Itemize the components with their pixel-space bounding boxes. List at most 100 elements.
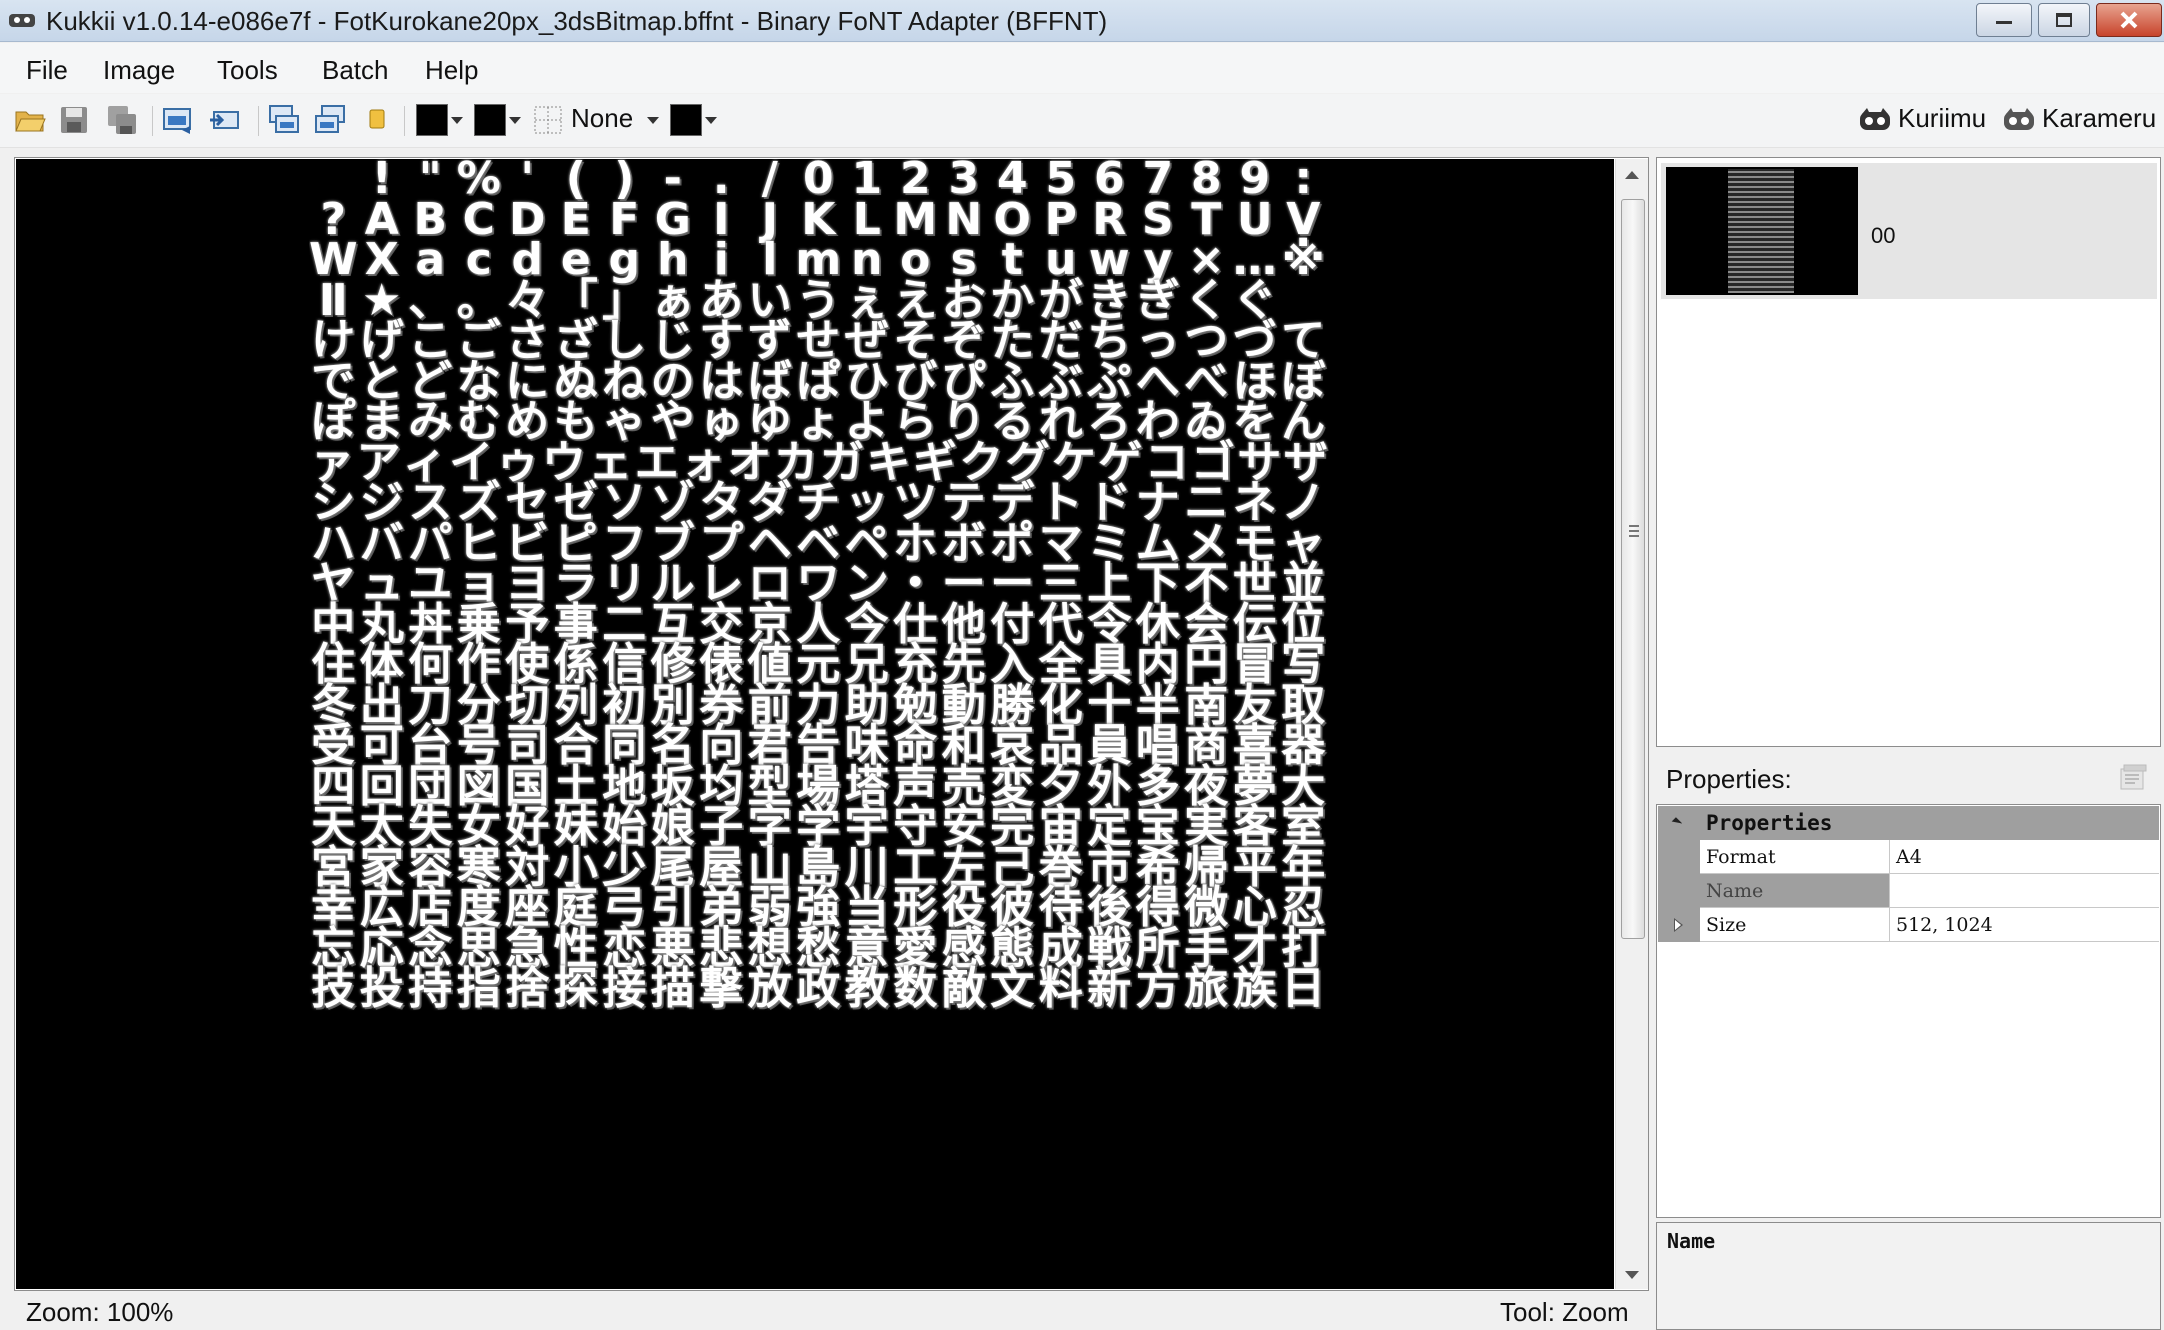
- kuriimu-icon: [1860, 108, 1890, 130]
- property-category[interactable]: Properties: [1658, 806, 2159, 840]
- glyph: 政: [796, 963, 841, 1014]
- app-icon: [9, 14, 35, 27]
- chevron-down-icon[interactable]: [647, 117, 659, 124]
- row-gutter: [1658, 908, 1700, 942]
- open-folder-icon[interactable]: [14, 104, 46, 136]
- glyph: 接: [602, 963, 647, 1014]
- glyph: 敵: [941, 963, 986, 1014]
- tool-status: Tool: Zoom: [1500, 1297, 1629, 1327]
- menu-tools[interactable]: Tools: [217, 55, 278, 86]
- property-value[interactable]: 512, 1024: [1890, 908, 2159, 942]
- menu-help[interactable]: Help: [425, 55, 478, 86]
- property-row-size[interactable]: Size 512, 1024: [1658, 908, 2159, 942]
- title-bar: Kukkii v1.0.14-e086e7f - FotKurokane20px…: [0, 0, 2164, 42]
- menu-batch[interactable]: Batch: [322, 55, 389, 86]
- toolbar-separator: [258, 106, 259, 136]
- property-row-name[interactable]: Name: [1658, 874, 2159, 908]
- batch-import-icon[interactable]: [314, 104, 346, 136]
- glyph: 放: [747, 963, 792, 1014]
- toolbar-separator: [152, 106, 153, 136]
- scroll-up-icon[interactable]: [1625, 171, 1639, 179]
- vertical-scrollbar[interactable]: [1615, 159, 1648, 1289]
- close-icon: [2120, 11, 2138, 29]
- glyph: 技: [311, 963, 356, 1014]
- image-list: 00: [1656, 157, 2161, 747]
- glyph: 旅: [1184, 963, 1229, 1014]
- border-grid-icon: [534, 106, 562, 134]
- property-grid: Properties Format A4 Name Size 512, 1024: [1656, 804, 2161, 1218]
- toolbar: None Kuriimu Karameru: [0, 94, 2164, 148]
- glyph: 描: [650, 963, 695, 1014]
- property-name: Size: [1700, 908, 1890, 942]
- row-gutter: [1658, 840, 1700, 874]
- border-mode-label[interactable]: None: [571, 103, 633, 134]
- maximize-icon: [2056, 13, 2072, 27]
- glyph: 料: [1038, 963, 1083, 1014]
- row-gutter: [1658, 874, 1700, 908]
- border-color-swatch[interactable]: [670, 104, 702, 136]
- property-category-label: Properties: [1706, 811, 1833, 835]
- glyph: 持: [408, 963, 453, 1014]
- property-name: Name: [1700, 874, 1890, 908]
- scroll-down-icon[interactable]: [1625, 1271, 1639, 1279]
- minimize-button[interactable]: [1976, 3, 2032, 37]
- secondary-color-swatch[interactable]: [474, 104, 506, 136]
- glyph: 新: [1087, 963, 1132, 1014]
- scroll-thumb[interactable]: [1621, 199, 1645, 939]
- grip-line: [1629, 535, 1639, 537]
- glyph-sheet: ! "% '() -./0 1 2 3 4 5 6 7 8 9:? A B C D E F G I J K L M N O P R S T U…: [309, 159, 1329, 1289]
- collapse-icon[interactable]: [1671, 817, 1683, 828]
- image-thumbnail: [1666, 167, 1858, 295]
- glyph: 投: [359, 963, 404, 1014]
- grip-line: [1629, 525, 1639, 527]
- karameru-button[interactable]: Karameru: [2042, 103, 2156, 134]
- chevron-down-icon[interactable]: [509, 117, 521, 124]
- kuriimu-button[interactable]: Kuriimu: [1898, 103, 1986, 134]
- properties-header: Properties:: [1666, 764, 1792, 794]
- image-canvas-panel: ! "% '() -./0 1 2 3 4 5 6 7 8 9:? A B C D E F G I J K L M N O P R S T U…: [14, 157, 1649, 1291]
- glyph: 捨: [505, 963, 550, 1014]
- zoom-status: Zoom: 100%: [26, 1297, 174, 1327]
- close-button[interactable]: [2096, 3, 2162, 37]
- property-name: Format: [1700, 840, 1890, 874]
- save-icon[interactable]: [58, 104, 90, 136]
- glyph: 文: [990, 963, 1035, 1014]
- save-all-icon[interactable]: [106, 104, 138, 136]
- expand-icon[interactable]: [1674, 918, 1683, 932]
- glyph: 数: [893, 963, 938, 1014]
- glyph: 日: [1281, 963, 1326, 1014]
- property-row-format[interactable]: Format A4: [1658, 840, 2159, 874]
- minimize-icon: [1996, 21, 2012, 24]
- toolbar-separator: [404, 106, 405, 136]
- batch-export-icon[interactable]: [268, 104, 300, 136]
- menu-bar: File Image Tools Batch Help: [0, 43, 2164, 93]
- thumbnail-preview: [1728, 169, 1794, 293]
- property-value[interactable]: [1890, 874, 2159, 908]
- karameru-icon: [2004, 108, 2034, 130]
- glyph: 方: [1135, 963, 1180, 1014]
- glyph: 族: [1232, 963, 1277, 1014]
- menu-image[interactable]: Image: [103, 55, 175, 86]
- description-title: Name: [1667, 1229, 1716, 1253]
- chevron-down-icon[interactable]: [705, 117, 717, 124]
- window-title: Kukkii v1.0.14-e086e7f - FotKurokane20px…: [46, 6, 1108, 36]
- maximize-button[interactable]: [2038, 3, 2090, 37]
- image-canvas[interactable]: ! "% '() -./0 1 2 3 4 5 6 7 8 9:? A B C D E F G I J K L M N O P R S T U…: [16, 159, 1614, 1289]
- glyph: 指: [456, 963, 501, 1014]
- glyph: 撃: [699, 963, 744, 1014]
- list-item[interactable]: 00: [1661, 163, 2157, 299]
- property-pages-icon[interactable]: [2118, 762, 2148, 792]
- property-description-panel: Name: [1656, 1222, 2161, 1330]
- glyph: 探: [553, 963, 598, 1014]
- chevron-down-icon[interactable]: [451, 117, 463, 124]
- grip-line: [1629, 530, 1639, 532]
- property-value[interactable]: A4: [1890, 840, 2159, 874]
- list-item-label: 00: [1871, 223, 1896, 248]
- export-image-icon[interactable]: [162, 104, 194, 136]
- gradient-icon[interactable]: [362, 104, 394, 136]
- menu-file[interactable]: File: [26, 55, 68, 86]
- glyph: 教: [844, 963, 889, 1014]
- import-image-icon[interactable]: [208, 104, 240, 136]
- primary-color-swatch[interactable]: [416, 104, 448, 136]
- glyph-row: 技投持指捨探接描撃放政教数敵文料新方旅族日: [309, 961, 1329, 1017]
